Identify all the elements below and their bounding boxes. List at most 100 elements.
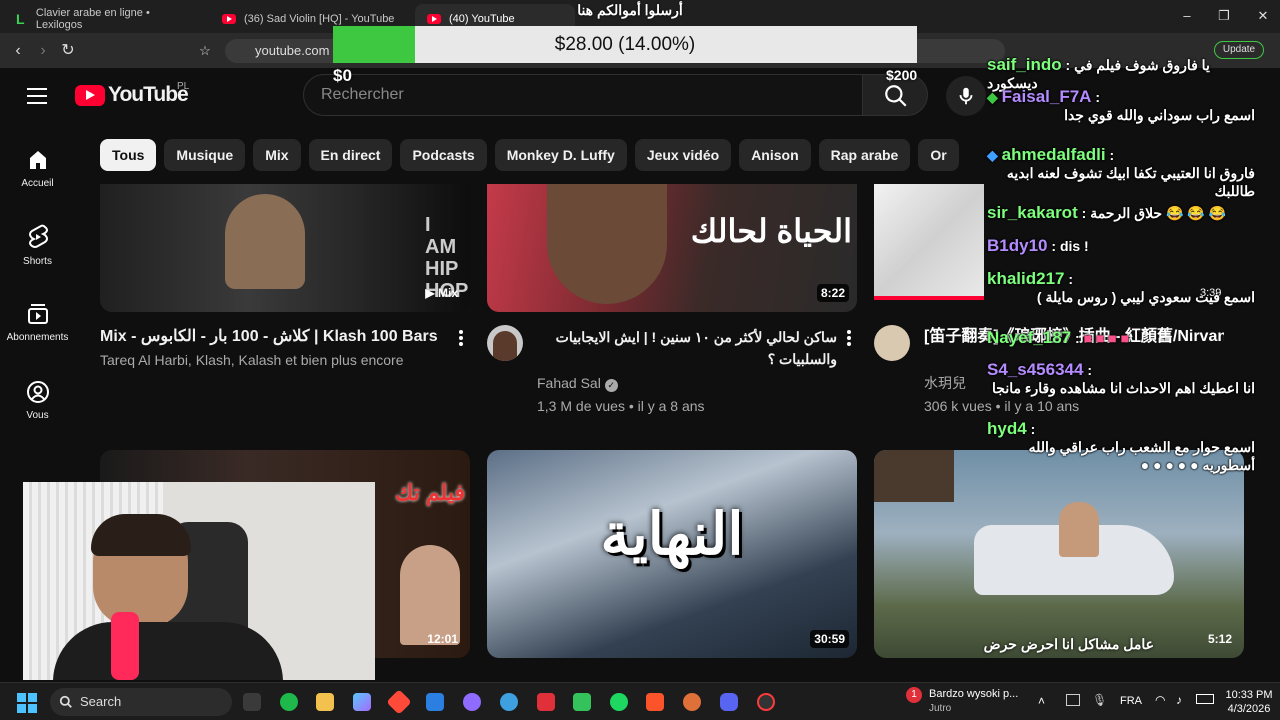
mail-icon[interactable] xyxy=(537,693,555,711)
channel-avatar[interactable] xyxy=(487,325,523,361)
watch-progress-bar xyxy=(874,296,984,300)
torrent-icon[interactable] xyxy=(573,693,591,711)
verified-icon: ✓ xyxy=(604,379,618,392)
microphone-tray-icon[interactable]: 🎙 xyxy=(1092,693,1107,707)
nav-you[interactable]: Vous xyxy=(0,380,75,421)
discord-icon[interactable] xyxy=(720,693,738,711)
chip-more[interactable]: Or xyxy=(918,139,959,171)
channel-avatar[interactable] xyxy=(874,325,910,361)
chip-all[interactable]: Tous xyxy=(100,139,157,171)
language-indicator[interactable]: FRA xyxy=(1120,695,1142,707)
nav-label: Accueil xyxy=(21,178,54,189)
chip-podcasts[interactable]: Podcasts xyxy=(400,139,487,171)
thumbnail-text: عامل مشاكل انا احرض حرض xyxy=(983,636,1154,652)
menu-icon[interactable] xyxy=(27,88,47,104)
clock-date: 4/3/2026 xyxy=(1227,703,1271,715)
lexilogos-icon: L xyxy=(16,10,25,27)
search-input[interactable] xyxy=(304,75,862,115)
chat-message: sir_kakarot : حلاق الرحمة 😂 😂 😂 xyxy=(987,203,1227,222)
notification-title[interactable]: Bardzo wysoki p... xyxy=(929,688,1018,700)
mix-badge: ▶ Mix xyxy=(425,286,458,300)
store-icon[interactable] xyxy=(426,693,444,711)
copilot-icon[interactable] xyxy=(353,693,371,711)
wifi-icon[interactable]: ◠ xyxy=(1155,693,1165,707)
chat-message: ◆ Faisal_F7A : اسمع راب سوداني والله قوي… xyxy=(987,87,1255,124)
xbox-icon[interactable] xyxy=(280,693,298,711)
youtube-logo-text: YouTube xyxy=(108,83,189,106)
edge-icon[interactable] xyxy=(500,693,518,711)
nav-label: Shorts xyxy=(23,256,52,267)
video-title[interactable]: Mix - كلاش - 100 بار - الكابوس | Klash 1… xyxy=(100,326,440,348)
thumbnail-person xyxy=(1059,502,1099,557)
volume-icon[interactable]: ♪ xyxy=(1176,693,1182,707)
windows-start-icon[interactable] xyxy=(17,693,37,713)
chip-live[interactable]: En direct xyxy=(308,139,393,171)
nav-home[interactable]: Accueil xyxy=(0,148,75,189)
maximize-icon[interactable]: ❐ xyxy=(1216,8,1232,24)
brave-icon[interactable] xyxy=(646,693,664,711)
video-thumbnail[interactable] xyxy=(874,184,984,300)
tray-app-icon[interactable] xyxy=(1066,694,1080,706)
bookmark-icon[interactable]: ☆ xyxy=(195,41,215,61)
shorts-icon xyxy=(28,224,48,248)
channel-name[interactable]: Fahad Sal ✓ xyxy=(537,373,618,393)
chat-message: Nayef_187 : ■ ■ ■ ■ xyxy=(987,328,1130,347)
nav-subscriptions[interactable]: Abonnements xyxy=(0,302,75,343)
chip-luffy[interactable]: Monkey D. Luffy xyxy=(494,139,627,171)
taskbar-clock[interactable]: 10:33 PM 4/3/2026 xyxy=(1218,688,1280,716)
filter-chips: Tous Musique Mix En direct Podcasts Monkey D.… xyxy=(100,139,985,171)
chat-message: hyd4 : اسمع حوار مع الشعب راب عراقي والل… xyxy=(987,419,1255,474)
voice-search-button[interactable] xyxy=(946,76,986,116)
taskbar-search[interactable]: Search xyxy=(50,688,232,716)
chevron-up-icon[interactable]: ˄ xyxy=(1038,694,1045,708)
app-icon[interactable] xyxy=(386,689,412,715)
chat-message: ◆ ahmedalfadli : فاروق انا العتيبي تكفا … xyxy=(987,145,1255,200)
chip-anison[interactable]: Anison xyxy=(739,139,811,171)
file-explorer-icon[interactable] xyxy=(316,693,334,711)
home-icon xyxy=(29,151,46,169)
more-options-icon[interactable] xyxy=(459,330,463,346)
video-title[interactable]: ساكن لحالي لأكثر من ١٠ سنين ! | ايش الاي… xyxy=(537,326,837,370)
clock-time: 10:33 PM xyxy=(1225,689,1273,701)
video-views: 1,3 M de vues • il y a 8 ans xyxy=(537,398,705,414)
nav-shorts[interactable]: Shorts xyxy=(0,224,75,267)
thumbnail-text: النهاية xyxy=(600,502,744,567)
battery-icon[interactable] xyxy=(1196,694,1214,704)
forward-icon[interactable]: › xyxy=(33,41,53,61)
microphone-icon xyxy=(959,87,973,105)
reload-icon[interactable]: ↻ xyxy=(58,41,78,61)
chat-message: B1dy10 : dis ! xyxy=(987,236,1089,255)
video-duration: 5:12 xyxy=(1207,632,1232,646)
video-duration: 12:01 xyxy=(427,632,458,646)
more-options-icon[interactable] xyxy=(847,330,851,346)
video-meta[interactable]: Tareq Al Harbi, Klash, Kalash et bien pl… xyxy=(100,350,440,370)
chat-app-icon[interactable] xyxy=(463,693,481,711)
video-thumbnail[interactable]: النهاية 30:59 xyxy=(487,450,857,658)
search-icon xyxy=(885,85,907,107)
chat-username: sir_kakarot xyxy=(987,203,1078,222)
youtube-logo[interactable]: YouTube xyxy=(75,83,189,107)
video-thumbnail[interactable]: عامل مشاكل انا احرض حرض 5:12 xyxy=(874,450,1244,658)
youtube-icon xyxy=(222,13,236,24)
channel-name[interactable]: 水玥兒 xyxy=(924,373,966,393)
video-thumbnail[interactable]: I AM HIP HOP ▶ Mix xyxy=(100,184,470,312)
record-icon[interactable] xyxy=(757,693,775,711)
spotify-icon[interactable] xyxy=(610,693,628,711)
back-icon[interactable]: ‹ xyxy=(8,41,28,61)
search-box xyxy=(303,74,863,116)
chip-mix[interactable]: Mix xyxy=(253,139,301,171)
chat-message: khalid217 : اسمع فيت سعودي ليبي ( روس ما… xyxy=(987,269,1255,306)
close-icon[interactable]: ✕ xyxy=(1255,8,1271,24)
chip-music[interactable]: Musique xyxy=(164,139,246,171)
chip-arabic-rap[interactable]: Rap arabe xyxy=(818,139,911,171)
video-thumbnail[interactable]: الحياة لحالك 8:22 xyxy=(487,184,857,312)
minimize-icon[interactable]: – xyxy=(1179,8,1195,24)
video-duration: 8:22 xyxy=(816,284,849,302)
chip-video-games[interactable]: Jeux vidéo xyxy=(634,139,732,171)
chat-username: saif_indo xyxy=(987,55,1062,74)
donation-amount: $28.00 (14.00%) xyxy=(554,34,696,55)
streamer-webcam xyxy=(23,482,375,680)
browser-tab-lexilogos[interactable]: L Clavier arabe en ligne • Lexilogos xyxy=(4,4,210,33)
task-view-icon[interactable] xyxy=(243,693,261,711)
obs-icon[interactable] xyxy=(683,693,701,711)
